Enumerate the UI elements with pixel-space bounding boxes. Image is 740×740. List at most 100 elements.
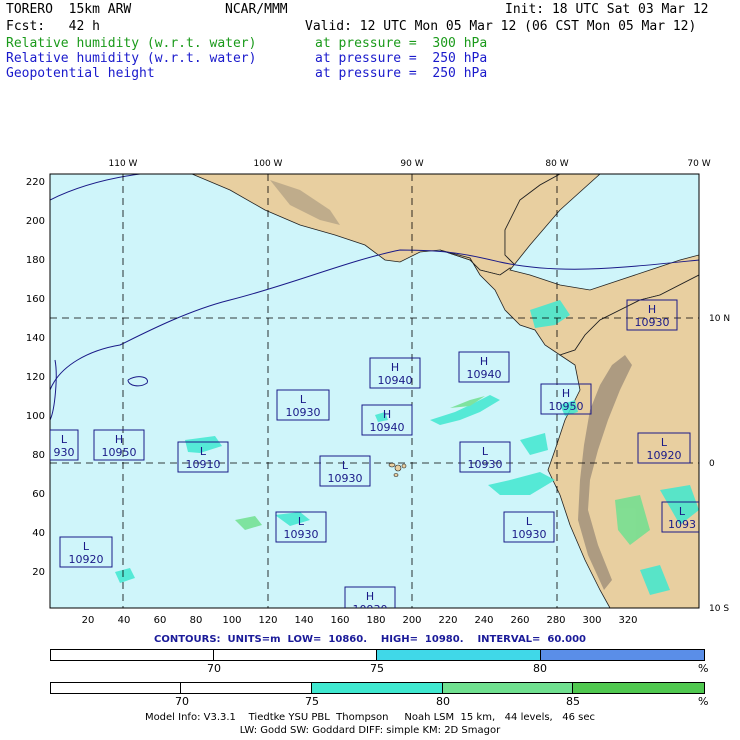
longitude-labels: 110 W 100 W 90 W 80 W 70 W: [109, 159, 711, 169]
forecast-hour: Fcst: 42 h: [6, 19, 100, 34]
y-tick: 60: [32, 489, 45, 500]
system-value: 10930: [284, 528, 319, 541]
system-value: 10940: [370, 421, 405, 434]
system-value: 10920: [69, 553, 104, 566]
system-value: 10940: [378, 374, 413, 387]
center-name: NCAR/MMM: [225, 2, 288, 17]
x-tick: 320: [618, 615, 637, 626]
y-tick: 140: [26, 333, 45, 344]
colorbar-segment: [312, 683, 443, 693]
system-type: L: [661, 436, 668, 449]
system-value: 10950: [549, 400, 584, 413]
system-type: H: [562, 387, 570, 400]
lat-label: 10 N: [709, 314, 730, 324]
y-tick: 80: [32, 450, 45, 461]
system-type: H: [648, 303, 656, 316]
x-tick: 300: [582, 615, 601, 626]
y-tick: 100: [26, 411, 45, 422]
field-3-level: at pressure = 250 hPa: [315, 66, 488, 81]
system-value: 10910: [186, 458, 221, 471]
latitude-labels: 10 N 0 10 S: [709, 314, 730, 614]
colorbar-300-label: 75: [305, 695, 319, 708]
system-type: H: [366, 590, 374, 603]
system-type: H: [391, 361, 399, 374]
x-tick: 40: [118, 615, 131, 626]
system-type: L: [482, 445, 489, 458]
x-tick: 180: [366, 615, 385, 626]
system-type: H: [480, 355, 488, 368]
colorbar-250-label: %: [698, 662, 709, 675]
x-tick: 280: [546, 615, 565, 626]
system-value: 10930: [468, 458, 503, 471]
y-tick: 220: [26, 177, 45, 188]
colorbar-segment: [214, 650, 377, 660]
x-tick: 240: [474, 615, 493, 626]
colorbar-250hpa: [50, 649, 705, 661]
y-tick: 40: [32, 528, 45, 539]
x-tick-labels: 20 40 60 80 100 120 140 160 180 200 220 …: [82, 615, 638, 626]
y-tick: 180: [26, 255, 45, 266]
x-tick: 160: [330, 615, 349, 626]
x-tick: 260: [510, 615, 529, 626]
system-type: H: [115, 433, 123, 446]
system-value: 1093: [668, 518, 696, 531]
field-2-level: at pressure = 250 hPa: [315, 51, 488, 66]
lat-label: 0: [709, 459, 715, 469]
system-type: L: [342, 459, 349, 472]
init-time: Init: 18 UTC Sat 03 Mar 12: [505, 2, 709, 17]
model-name: TORERO 15km ARW: [6, 2, 132, 17]
system-type: L: [83, 540, 90, 553]
colorbar-segment: [377, 650, 541, 660]
field-1-level: at pressure = 300 hPa: [315, 36, 488, 51]
x-tick: 220: [438, 615, 457, 626]
x-tick: 20: [82, 615, 95, 626]
system-value: 10930: [512, 528, 547, 541]
x-tick: 80: [190, 615, 203, 626]
colorbar-300-label: %: [698, 695, 709, 708]
model-info-line-2: LW: Godd SW: Goddard DIFF: simple KM: 2D…: [239, 725, 501, 736]
colorbar-300-label: 85: [566, 695, 580, 708]
colorbar-250-label: 75: [370, 662, 384, 675]
system-value: 10940: [467, 368, 502, 381]
system-type: L: [200, 445, 207, 458]
x-tick: 100: [222, 615, 241, 626]
colorbar-segment: [443, 683, 573, 693]
lon-label: 90 W: [400, 159, 423, 169]
weather-map: 110 W 100 W 90 W 80 W 70 W 10 N 0 10 S 2…: [26, 159, 730, 626]
lon-label: 100 W: [254, 159, 283, 169]
colorbar-segment: [181, 683, 312, 693]
x-tick: 140: [294, 615, 313, 626]
x-tick: 120: [258, 615, 277, 626]
y-tick: 200: [26, 216, 45, 227]
system-value: 930: [54, 446, 75, 459]
system-type: H: [383, 408, 391, 421]
colorbar-250-label: 80: [533, 662, 547, 675]
y-tick-labels: 220 200 180 160 140 120 100 80 60 40 20: [26, 177, 45, 578]
system-value: 10930: [635, 316, 670, 329]
colorbar-segment: [573, 683, 704, 693]
colorbar-300hpa: [50, 682, 705, 694]
system-value: 10950: [102, 446, 137, 459]
system-type: L: [300, 393, 307, 406]
lon-label: 70 W: [687, 159, 710, 169]
x-tick: 200: [402, 615, 421, 626]
system-type: L: [61, 433, 68, 446]
contours-info: CONTOURS: UNITS=m LOW= 10860. HIGH= 1098…: [154, 634, 586, 645]
valid-time: Valid: 12 UTC Mon 05 Mar 12 (06 CST Mon …: [305, 19, 697, 34]
lat-label: 10 S: [709, 604, 729, 614]
system-type: L: [679, 505, 686, 518]
system-value: 10930: [328, 472, 363, 485]
system-type: L: [526, 515, 533, 528]
lon-label: 80 W: [545, 159, 568, 169]
y-tick: 160: [26, 294, 45, 305]
colorbar-300-label: 80: [436, 695, 450, 708]
y-tick: 20: [32, 567, 45, 578]
lon-label: 110 W: [109, 159, 138, 169]
colorbar-segment: [51, 650, 214, 660]
colorbar-segment: [541, 650, 704, 660]
system-value: 10920: [647, 449, 682, 462]
model-info-line-1: Model Info: V3.3.1 Tiedtke YSU PBL Thomp…: [144, 712, 596, 723]
colorbar-250-label: 70: [207, 662, 221, 675]
field-1-name: Relative humidity (w.r.t. water): [6, 36, 257, 51]
colorbar-300-label: 70: [175, 695, 189, 708]
